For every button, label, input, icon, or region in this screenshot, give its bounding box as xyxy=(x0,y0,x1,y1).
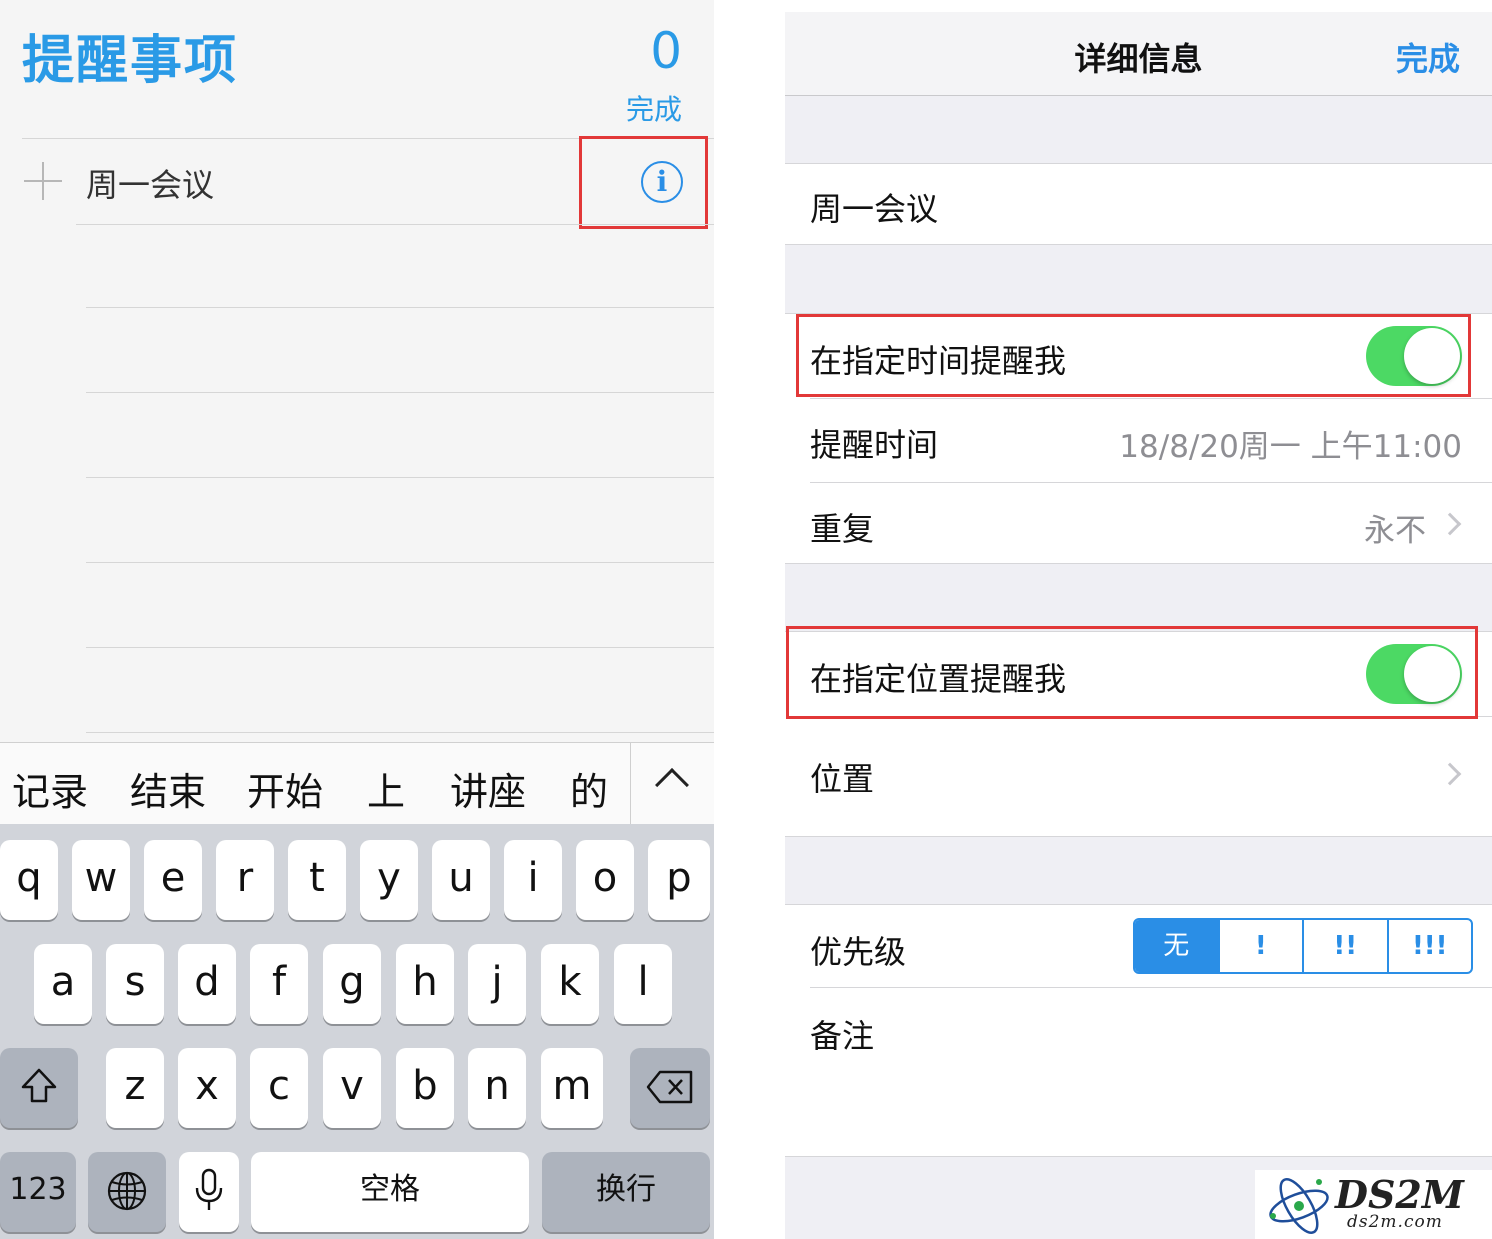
divider xyxy=(86,562,714,563)
candidate-word[interactable]: 记录 xyxy=(12,761,88,816)
backspace-icon xyxy=(646,1070,693,1104)
key-i[interactable]: i xyxy=(504,840,562,920)
divider xyxy=(86,392,714,393)
microphone-key[interactable] xyxy=(179,1152,239,1232)
priority-medium[interactable]: !! xyxy=(1304,920,1389,972)
key-q[interactable]: q xyxy=(0,840,58,920)
divider xyxy=(86,477,714,478)
priority-segmented-control[interactable]: 无 ! !! !!! xyxy=(1133,918,1473,974)
key-h[interactable]: h xyxy=(396,944,454,1024)
atom-logo-icon xyxy=(1269,1178,1329,1234)
shift-icon xyxy=(21,1068,57,1103)
chevron-right-icon[interactable] xyxy=(1438,762,1462,786)
priority-group: 优先级 无 ! !! !!! 备注 xyxy=(785,904,1492,1157)
shift-key[interactable] xyxy=(0,1048,78,1128)
key-d[interactable]: d xyxy=(178,944,236,1024)
highlight-box xyxy=(796,314,1471,397)
key-b[interactable]: b xyxy=(396,1048,454,1128)
priority-none[interactable]: 无 xyxy=(1135,920,1220,972)
priority-low[interactable]: ! xyxy=(1220,920,1304,972)
chevron-up-icon[interactable] xyxy=(655,768,689,802)
numbers-key[interactable]: 123 xyxy=(0,1152,76,1232)
divider xyxy=(630,743,631,825)
nav-bar: 详细信息 完成 xyxy=(785,12,1492,96)
key-v[interactable]: v xyxy=(323,1048,381,1128)
divider xyxy=(76,224,714,225)
highlight-box xyxy=(786,626,1478,719)
key-m[interactable]: m xyxy=(541,1048,603,1128)
priority-high[interactable]: !!! xyxy=(1389,920,1472,972)
nav-title: 详细信息 xyxy=(1074,40,1203,78)
watermark-text: DS2M xyxy=(1335,1172,1464,1217)
reminder-title: 周一会议 xyxy=(810,190,939,228)
key-u[interactable]: u xyxy=(432,840,490,920)
divider xyxy=(86,732,714,733)
candidate-word[interactable]: 讲座 xyxy=(450,761,526,816)
done-button[interactable]: 完成 xyxy=(1396,34,1460,80)
key-n[interactable]: n xyxy=(468,1048,526,1128)
key-l[interactable]: l xyxy=(614,944,672,1024)
list-title: 提醒事项 xyxy=(22,31,239,91)
candidate-word[interactable]: 的 xyxy=(570,761,608,816)
divider xyxy=(810,398,1492,399)
chevron-right-icon[interactable] xyxy=(1438,512,1462,536)
notes-label[interactable]: 备注 xyxy=(810,1011,874,1057)
key-r[interactable]: r xyxy=(216,840,274,920)
key-o[interactable]: o xyxy=(576,840,634,920)
divider xyxy=(810,987,1492,988)
space-key[interactable]: 空格 xyxy=(251,1152,529,1232)
key-k[interactable]: k xyxy=(541,944,599,1024)
keyboard: q w e r t y u i o p a s d f g h j k l z … xyxy=(0,824,714,1239)
key-p[interactable]: p xyxy=(648,840,710,920)
repeat-value[interactable]: 永不 xyxy=(1364,505,1426,550)
microphone-icon xyxy=(195,1168,223,1210)
key-j[interactable]: j xyxy=(468,944,526,1024)
globe-icon xyxy=(107,1171,147,1211)
key-f[interactable]: f xyxy=(250,944,308,1024)
key-e[interactable]: e xyxy=(144,840,202,920)
location-label[interactable]: 位置 xyxy=(810,754,874,800)
globe-key[interactable] xyxy=(88,1152,166,1232)
key-g[interactable]: g xyxy=(323,944,381,1024)
add-icon[interactable] xyxy=(24,162,62,200)
key-w[interactable]: w xyxy=(72,840,130,920)
candidate-word[interactable]: 结束 xyxy=(130,761,206,816)
divider xyxy=(86,307,714,308)
divider xyxy=(86,647,714,648)
key-c[interactable]: c xyxy=(250,1048,308,1128)
title-cell[interactable]: 周一会议 xyxy=(785,163,1492,245)
watermark-logo: DS2M ds2m.com xyxy=(1255,1170,1492,1239)
key-a[interactable]: a xyxy=(34,944,92,1024)
return-key[interactable]: 换行 xyxy=(542,1152,710,1232)
divider xyxy=(810,482,1492,483)
highlight-box xyxy=(579,136,708,229)
priority-label: 优先级 xyxy=(810,933,907,971)
show-completed-button[interactable]: 完成 xyxy=(626,88,682,128)
candidate-word[interactable]: 开始 xyxy=(247,761,323,816)
watermark-domain: ds2m.com xyxy=(1347,1212,1443,1232)
reminders-list-screen: 提醒事项 0 完成 周一会议 i 记录 结束 开始 上 讲座 的 q w e r… xyxy=(0,0,714,1239)
alarm-label: 提醒时间 xyxy=(810,426,939,464)
reminder-item-text[interactable]: 周一会议 xyxy=(86,160,214,206)
key-y[interactable]: y xyxy=(360,840,418,920)
repeat-label: 重复 xyxy=(810,510,875,548)
key-s[interactable]: s xyxy=(106,944,164,1024)
backspace-key[interactable] xyxy=(630,1048,710,1128)
key-t[interactable]: t xyxy=(288,840,346,920)
candidate-bar: 记录 结束 开始 上 讲座 的 xyxy=(0,742,714,825)
alarm-value[interactable]: 18/8/20周一 上午11:00 xyxy=(1119,421,1462,466)
completed-count: 0 xyxy=(650,22,682,80)
key-z[interactable]: z xyxy=(106,1048,164,1128)
key-x[interactable]: x xyxy=(178,1048,236,1128)
candidate-word[interactable]: 上 xyxy=(367,761,405,816)
